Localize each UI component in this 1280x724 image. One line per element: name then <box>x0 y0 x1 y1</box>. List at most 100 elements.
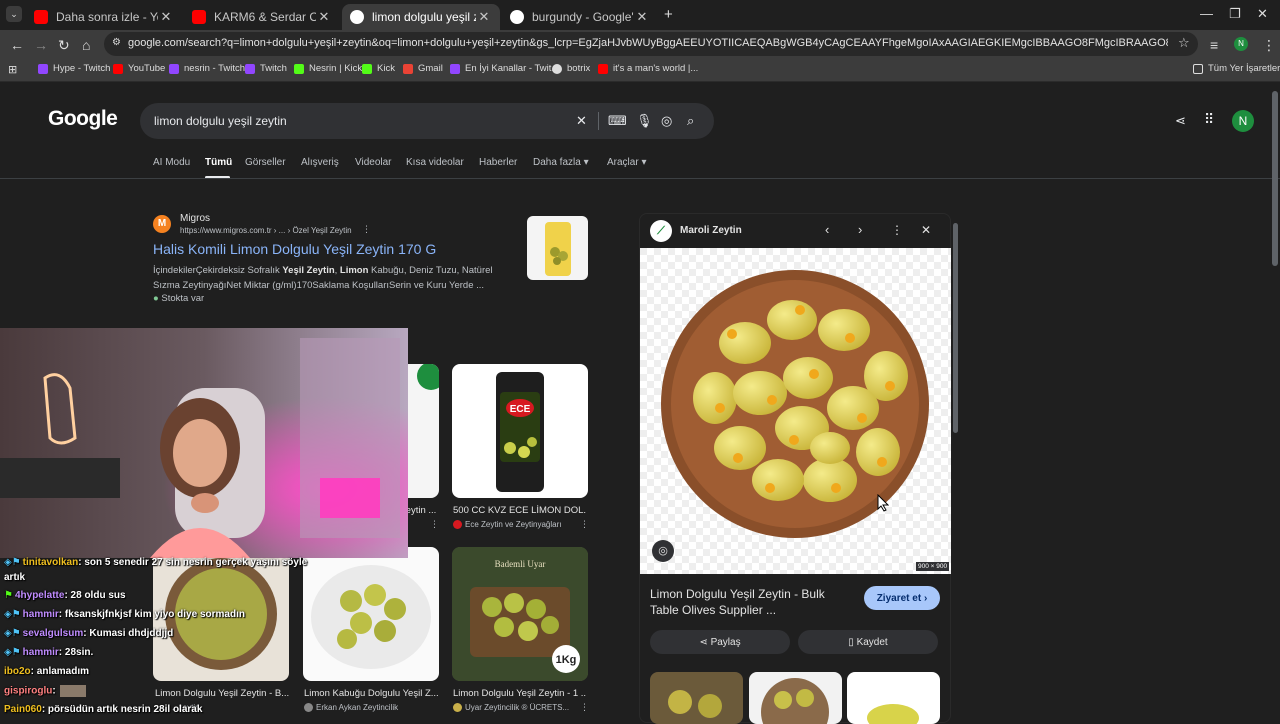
divider <box>598 112 599 130</box>
profile-avatar[interactable]: N <box>1234 37 1248 51</box>
chat-message: ⚑ 4hypelatte: 28 oldu sus <box>4 590 126 601</box>
tab-burgundy[interactable]: burgundy - Google'da Ara ✕ <box>502 4 658 30</box>
search-icon[interactable]: ⌕ <box>687 113 694 129</box>
restore-icon[interactable]: ❐ <box>1229 6 1241 22</box>
result-title[interactable]: Halis Komili Limon Dolgulu Yeşil Zeytin … <box>153 241 436 257</box>
close-tab-icon[interactable]: ✕ <box>634 9 650 25</box>
result-thumbnail[interactable] <box>527 216 588 280</box>
menu-icon[interactable]: ⋮ <box>1262 37 1276 54</box>
panel-scrollbar[interactable] <box>953 223 958 433</box>
image-caption[interactable]: 500 CC KVZ ECE LİMON DOL... <box>453 505 586 516</box>
close-tab-icon[interactable]: ✕ <box>158 9 174 25</box>
bookmark-item[interactable]: it's a man's world |... <box>598 63 698 74</box>
account-avatar[interactable]: N <box>1232 110 1254 132</box>
tab-short-videos[interactable]: Kısa videolar <box>406 157 464 168</box>
bookmark-item[interactable]: nesrin - Twitch <box>169 63 245 74</box>
tab-tools[interactable]: Araçlar ▾ <box>607 157 647 168</box>
previous-icon[interactable]: ‹ <box>825 222 829 237</box>
related-image[interactable] <box>650 672 743 724</box>
image-source[interactable]: Ece Zeytin ve Zeytinyağları <box>453 520 561 530</box>
twitch-icon <box>245 63 255 74</box>
page-scrollbar[interactable] <box>1272 91 1278 266</box>
snippet-bold: Limon <box>339 265 369 276</box>
search-input[interactable]: limon dolgulu yeşil zeytin <box>154 114 287 128</box>
bookmark-item[interactable]: En İyi Kanallar - Twit... <box>450 63 559 74</box>
bookmark-star-icon[interactable]: ☆ <box>1178 35 1190 51</box>
bookmark-item[interactable]: Kick <box>362 63 395 74</box>
snippet-text: İçindekilerÇekirdeksiz Sofralık <box>153 265 283 276</box>
address-bar[interactable]: ⚙ google.com/search?q=limon+dolgulu+yeşi… <box>104 32 1198 56</box>
apps-icon[interactable]: ⊞ <box>8 63 17 76</box>
image-caption[interactable]: Limon Dolgulu Yeşil Zeytin - 1 ... <box>453 688 587 699</box>
image-menu-icon[interactable]: ⋮ <box>580 702 589 713</box>
panel-title[interactable]: Limon Dolgulu Yeşil Zeytin - Bulk Table … <box>650 586 836 618</box>
bookmark-item[interactable]: botrix <box>552 63 590 74</box>
bookmark-label: Gmail <box>418 63 443 74</box>
google-apps-icon[interactable]: ⠿ <box>1204 111 1214 128</box>
bookmark-item[interactable]: Twitch <box>245 63 287 74</box>
image-menu-icon[interactable]: ⋮ <box>580 519 589 530</box>
tab-images[interactable]: Görseller <box>245 157 286 168</box>
preview-image[interactable]: ◎ 900 × 900 <box>640 248 951 574</box>
source-favicon <box>453 703 462 713</box>
close-tab-icon[interactable]: ✕ <box>316 9 332 25</box>
result-menu-icon[interactable]: ⋮ <box>362 224 371 235</box>
image-result[interactable]: 1Kg Bademli Uyar <box>452 547 588 681</box>
panel-source-name[interactable]: Maroli Zeytin <box>680 225 742 236</box>
share-icon[interactable]: ⋖ <box>1175 113 1186 129</box>
google-logo[interactable]: Google <box>48 107 118 131</box>
tab-more[interactable]: Daha fazla ▾ <box>533 157 589 168</box>
chat-username: Pain060 <box>4 704 42 715</box>
tab-news[interactable]: Haberler <box>479 157 517 168</box>
keyboard-icon[interactable]: ⌨ <box>608 113 627 129</box>
visual-search-icon[interactable]: ◎ <box>652 540 674 562</box>
bookmark-item[interactable]: YouTube <box>113 63 165 74</box>
back-icon[interactable]: ← <box>10 37 24 53</box>
site-info-icon[interactable]: ⚙ <box>112 37 121 48</box>
bookmark-item[interactable]: Hype - Twitch <box>38 63 110 74</box>
panel-menu-icon[interactable]: ⋮ <box>891 223 903 237</box>
tab-all[interactable]: Tümü <box>205 157 232 168</box>
tab-shopping[interactable]: Alışveriş <box>301 157 339 168</box>
visit-button[interactable]: Ziyaret et › <box>864 586 940 610</box>
search-box[interactable]: limon dolgulu yeşil zeytin ✕ ⌨ 🎙 ◎ ⌕ <box>140 103 714 139</box>
tab-google-search[interactable]: limon dolgulu yeşil zeytin - Goo ✕ <box>342 4 500 30</box>
related-image[interactable] <box>847 672 940 724</box>
image-result[interactable]: ECE <box>452 364 588 498</box>
microphone-icon[interactable]: 🎙 <box>636 113 653 129</box>
tab-title: KARM6 & Serdar Ortaç - Ta Bur <box>214 10 316 24</box>
minimize-icon[interactable]: — <box>1200 6 1213 21</box>
reading-list-icon[interactable]: ≡ <box>1210 37 1218 53</box>
forward-icon[interactable]: → <box>34 37 48 53</box>
related-image[interactable] <box>749 672 842 724</box>
image-menu-icon[interactable]: ⋮ <box>430 519 439 530</box>
result-snippet: İçindekilerÇekirdeksiz Sofralık Yeşil Ze… <box>153 263 493 293</box>
tab-karm6[interactable]: KARM6 & Serdar Ortaç - Ta Bur ✕ <box>184 4 340 30</box>
tab-title: limon dolgulu yeşil zeytin - Goo <box>372 10 476 24</box>
close-panel-icon[interactable]: ✕ <box>921 223 931 237</box>
lens-icon[interactable]: ◎ <box>661 113 672 129</box>
tab-videos[interactable]: Videolar <box>355 157 392 168</box>
tab-watch-later[interactable]: Daha sonra izle - YouTube ✕ <box>26 4 182 30</box>
new-tab-button[interactable]: + <box>664 6 673 23</box>
bookmark-item[interactable]: Nesrin | Kick <box>294 63 362 74</box>
close-window-icon[interactable]: ✕ <box>1257 6 1268 22</box>
close-tab-icon[interactable]: ✕ <box>476 9 492 25</box>
image-source[interactable]: Uyar Zeytincilik ® ÜCRETS... <box>453 703 569 713</box>
result-site-name[interactable]: Migros <box>180 213 210 224</box>
reload-icon[interactable]: ↻ <box>58 37 70 54</box>
kick-icon <box>294 63 304 74</box>
all-bookmarks[interactable]: Tüm Yer İşaretleri <box>1193 63 1280 74</box>
share-button[interactable]: ⋖ Paylaş <box>650 630 790 654</box>
next-icon[interactable]: › <box>858 222 862 237</box>
tab-ai-mode[interactable]: AI Modu <box>153 157 190 168</box>
tools-label: Araçlar <box>607 157 639 168</box>
bookmark-item[interactable]: Gmail <box>403 63 443 74</box>
clear-icon[interactable]: ✕ <box>576 113 587 129</box>
chat-text: : <box>52 685 56 697</box>
result-breadcrumb[interactable]: https://www.migros.com.tr › ... › Özel Y… <box>180 226 352 235</box>
save-button[interactable]: ▯ Kaydet <box>798 630 938 654</box>
home-icon[interactable]: ⌂ <box>82 37 90 53</box>
url-text[interactable]: google.com/search?q=limon+dolgulu+yeşil+… <box>128 37 1168 49</box>
tab-search-button[interactable]: ⌄ <box>6 6 22 22</box>
